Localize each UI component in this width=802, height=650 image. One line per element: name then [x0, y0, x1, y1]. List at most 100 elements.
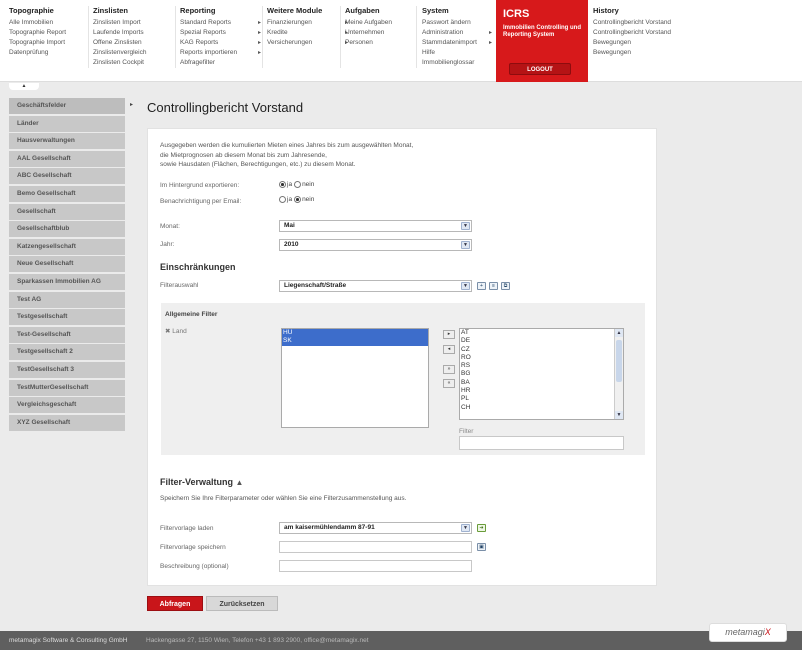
nav-item[interactable]: KAG Reports ▸	[180, 38, 261, 48]
nav-item[interactable]: Immobilienglossar	[422, 58, 477, 68]
available-countries-list[interactable]: AT DE CZ RO RS BG BA HR PL CH ▲ ▼	[459, 328, 624, 420]
list-item[interactable]: RS	[460, 362, 623, 370]
collapse-nav-toggle[interactable]: ▲	[9, 83, 39, 90]
nav-head: Topographie	[9, 6, 54, 15]
sidebar-item[interactable]: XYZ Gesellschaft	[9, 414, 125, 431]
sidebar-item[interactable]: Katzengesellschaft	[9, 238, 125, 255]
list-item[interactable]: BG	[460, 370, 623, 378]
collapse-arrow-icon[interactable]: ▲	[236, 478, 244, 487]
logout-button[interactable]: LOGOUT	[509, 63, 571, 75]
nav-item[interactable]: Spezial Reports ▸	[180, 28, 261, 38]
nav-item-label: Spezial Reports	[180, 29, 226, 36]
sidebar-item[interactable]: Test AG	[9, 291, 125, 308]
scrollbar-thumb[interactable]	[616, 340, 622, 382]
add-filter-icon[interactable]: +	[477, 282, 486, 290]
nav-item[interactable]: Hilfe	[422, 48, 477, 58]
sidebar-item[interactable]: Vergleichsgeschaft	[9, 397, 125, 414]
background-export-nein-radio[interactable]	[294, 181, 302, 188]
jahr-select[interactable]: 2010 ▼	[279, 239, 472, 251]
nav-item[interactable]: Standard Reports ▸	[180, 18, 261, 28]
sidebar-item[interactable]: Testgesellschaft	[9, 309, 125, 326]
nav-item[interactable]: Reports importieren ▸	[180, 48, 261, 58]
edit-filter-icon[interactable]: ≡	[489, 282, 498, 290]
available-countries-items: AT DE CZ RO RS BG BA HR PL CH	[460, 329, 623, 412]
list-item[interactable]: AT	[460, 329, 623, 337]
beschreibung-input[interactable]	[279, 560, 472, 572]
sidebar-item[interactable]: Gesellschaftblub	[9, 221, 125, 238]
sidebar-item[interactable]: Hausverwaltungen	[9, 133, 125, 150]
copy-filter-icon[interactable]: ⧉	[501, 282, 510, 290]
sidebar-item[interactable]: Testgesellschaft 2	[9, 344, 125, 361]
nav-item[interactable]: Datenprüfung	[9, 48, 66, 58]
list-item[interactable]: CZ	[460, 346, 623, 354]
move-all-right-button[interactable]: »	[443, 365, 455, 374]
nav-column-history: History Controllingbericht Vorstand Cont…	[593, 6, 671, 58]
chevron-right-icon: ▸	[489, 30, 493, 36]
nav-item[interactable]: Meine Aufgaben	[345, 18, 392, 28]
sidebar-item[interactable]: Bemo Gesellschaft	[9, 185, 125, 202]
nav-item[interactable]: Abfragefilter	[180, 58, 237, 68]
selected-countries-list[interactable]: HU SK	[281, 328, 429, 428]
sidebar-item[interactable]: ABC Gesellschaft	[9, 168, 125, 185]
list-item[interactable]: CH	[460, 404, 623, 412]
filtervorlage-laden-select[interactable]: am kaisermühlendamm 87-91 ▼	[279, 522, 472, 534]
sidebar-item[interactable]: Neue Gesellschaft	[9, 256, 125, 273]
filterauswahl-select[interactable]: Liegenschaft/Straße ▼	[279, 280, 472, 292]
nav-item[interactable]: Zinslistenvergleich	[93, 48, 146, 58]
sidebar-item[interactable]: Geschäftsfelder	[9, 98, 125, 114]
monat-select[interactable]: Mai ▼	[279, 220, 472, 232]
sidebar-item[interactable]: AAL Gesellschaft	[9, 150, 125, 167]
move-right-button[interactable]: ▸	[443, 330, 455, 339]
scrollbar[interactable]: ▲ ▼	[614, 329, 623, 419]
zuruecksetzen-button[interactable]: Zurücksetzen	[206, 596, 278, 611]
nav-item[interactable]: Topographie Import	[9, 38, 66, 48]
sidebar-item[interactable]: Gesellschaft	[9, 203, 125, 220]
nav-item[interactable]: Zinslisten Cockpit	[93, 58, 146, 68]
history-item[interactable]: Bewegungen	[593, 48, 671, 58]
history-item[interactable]: Bewegungen	[593, 38, 671, 48]
sidebar-item[interactable]: Test-Gesellschaft	[9, 326, 125, 343]
sidebar-item[interactable]: TestMutterGesellschaft	[9, 379, 125, 396]
nav-item[interactable]: Personen	[345, 38, 392, 48]
sidebar-item[interactable]: Länder	[9, 115, 125, 132]
nav-item[interactable]: Kredite ▸	[267, 28, 348, 38]
nav-item[interactable]: Zinslisten Import	[93, 18, 146, 28]
nav-head: Reporting	[180, 6, 216, 15]
nav-item[interactable]: Offene Zinslisten	[93, 38, 146, 48]
nav-item[interactable]: Unternehmen	[345, 28, 392, 38]
list-item[interactable]: HU	[282, 329, 428, 338]
sidebar-item[interactable]: Sparkassen Immobilien AG	[9, 273, 125, 290]
nav-item[interactable]: Administration ▸	[422, 28, 492, 38]
remove-icon[interactable]: ✖	[165, 328, 170, 335]
background-export-ja-radio[interactable]	[279, 181, 286, 188]
list-item[interactable]: BA	[460, 379, 623, 387]
nav-item[interactable]: Finanzierungen ▸	[267, 18, 348, 28]
list-item[interactable]: SK	[282, 337, 428, 346]
history-item[interactable]: Controllingbericht Vorstand	[593, 28, 671, 38]
scroll-up-icon[interactable]: ▲	[615, 329, 623, 337]
nav-item[interactable]: Laufende Imports	[93, 28, 146, 38]
list-item[interactable]: DE	[460, 337, 623, 345]
nav-item[interactable]: Versicherungen ▸	[267, 38, 348, 48]
scroll-down-icon[interactable]: ▼	[615, 411, 623, 419]
list-item[interactable]: HR	[460, 387, 623, 395]
nav-item[interactable]: Passwort ändern	[422, 18, 477, 28]
move-all-left-button[interactable]: «	[443, 379, 455, 388]
email-ja-radio[interactable]	[279, 196, 286, 203]
abfragen-button[interactable]: Abfragen	[147, 596, 203, 611]
load-template-icon[interactable]: ➜	[477, 524, 486, 532]
filtervorlage-speichern-input[interactable]	[279, 541, 472, 553]
history-item[interactable]: Controllingbericht Vorstand	[593, 18, 671, 28]
allgemeine-filter-heading: Allgemeine Filter	[165, 311, 218, 318]
list-item[interactable]: RO	[460, 354, 623, 362]
nav-item[interactable]: Topographie Report	[9, 28, 66, 38]
sidebar-item[interactable]: TestGesellschaft 3	[9, 361, 125, 378]
email-nein-radio[interactable]	[294, 196, 302, 203]
nav-item[interactable]: Stammdatenimport ▸	[422, 38, 492, 48]
nav-column-reporting: Reporting Standard Reports ▸ Spezial Repo…	[180, 6, 261, 68]
nav-item[interactable]: Alle Immobilien	[9, 18, 66, 28]
move-left-button[interactable]: ◂	[443, 345, 455, 354]
country-filter-input[interactable]	[459, 436, 624, 450]
save-icon[interactable]: ▣	[477, 543, 486, 551]
list-item[interactable]: PL	[460, 395, 623, 403]
